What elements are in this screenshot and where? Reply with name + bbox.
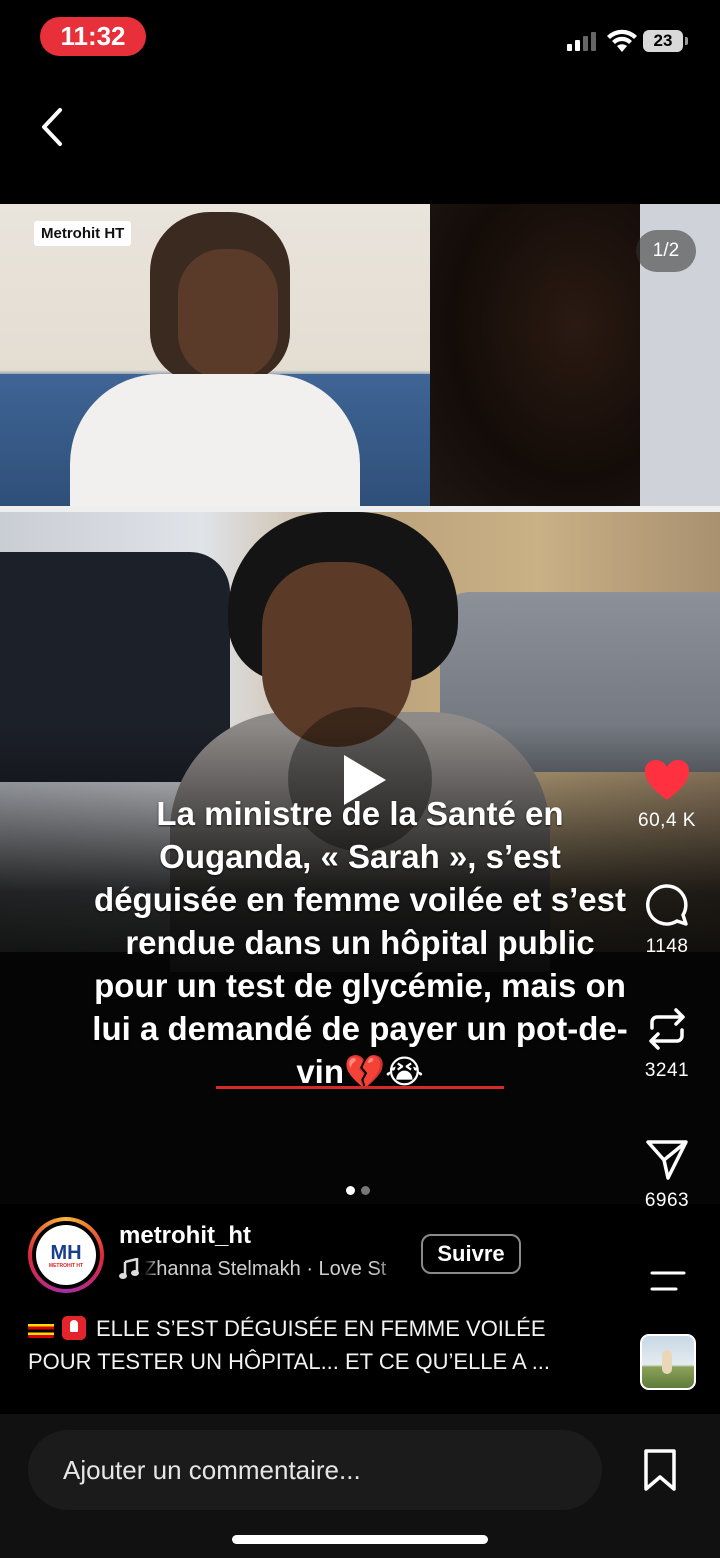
comment-input[interactable]: Ajouter un commentaire...	[28, 1430, 602, 1510]
battery-nub	[685, 37, 688, 45]
comment-action[interactable]: 1148	[622, 882, 712, 958]
carousel-dots	[346, 1186, 370, 1195]
post-media[interactable]: Metrohit HT 1/2 La ministre de la Santé …	[0, 204, 720, 1204]
comment-icon[interactable]	[644, 882, 690, 928]
home-indicator[interactable]	[232, 1535, 488, 1544]
watermark-logo: Metrohit HT	[34, 221, 132, 246]
caption-line: lui a demandé de payer un pot-de-	[92, 1010, 628, 1047]
repost-count: 3241	[644, 1060, 690, 1081]
caption-underline	[216, 1086, 504, 1089]
uganda-flag-icon	[28, 1321, 54, 1338]
status-time: 11:32	[40, 17, 146, 56]
author-username[interactable]: metrohit_ht	[119, 1222, 251, 1250]
siren-icon	[62, 1316, 86, 1340]
carousel-dot-active	[346, 1186, 355, 1195]
post-caption: La ministre de la Santé en Ouganda, « Sa…	[40, 792, 680, 1093]
post-description[interactable]: ELLE S’EST DÉGUISÉE EN FEMME VOILÉE POUR…	[28, 1312, 618, 1378]
caption-line: La ministre de la Santé en	[156, 795, 564, 832]
caption-line: pour un test de glycémie, mais on	[94, 967, 626, 1004]
share-icon[interactable]	[644, 1138, 690, 1182]
like-action[interactable]: 60,4 K	[622, 758, 712, 832]
back-chevron-icon[interactable]	[30, 100, 80, 154]
menu-icon[interactable]	[650, 1270, 686, 1292]
caption-line: Ouganda, « Sarah », s’est	[159, 838, 561, 875]
avatar[interactable]: MH METROHIT HT	[28, 1217, 104, 1293]
wifi-icon	[607, 29, 637, 52]
share-count: 6963	[644, 1190, 690, 1211]
repost-action[interactable]: 3241	[622, 1006, 712, 1082]
cellular-signal-icon	[567, 32, 596, 51]
like-count: 60,4 K	[638, 810, 696, 831]
bookmark-icon[interactable]	[640, 1448, 680, 1492]
follow-button[interactable]: Suivre	[421, 1234, 521, 1274]
page-indicator: 1/2	[636, 230, 696, 272]
audio-track[interactable]: Zhanna Stelmakh · Love St	[144, 1258, 404, 1281]
audio-thumbnail[interactable]	[640, 1334, 696, 1390]
battery-icon: 23	[643, 30, 683, 52]
music-note-icon	[119, 1258, 139, 1279]
repost-icon[interactable]	[644, 1006, 690, 1052]
carousel-dot	[361, 1186, 370, 1195]
heart-icon[interactable]	[643, 758, 691, 802]
share-action[interactable]: 6963	[622, 1138, 712, 1212]
comment-count: 1148	[645, 936, 689, 957]
caption-line: déguisée en femme voilée et s’est	[94, 881, 626, 918]
caption-line: rendue dans un hôpital public	[125, 924, 595, 961]
photo-nurse-and-veiled-woman	[0, 204, 720, 514]
avatar-logo: MH METROHIT HT	[36, 1225, 96, 1285]
